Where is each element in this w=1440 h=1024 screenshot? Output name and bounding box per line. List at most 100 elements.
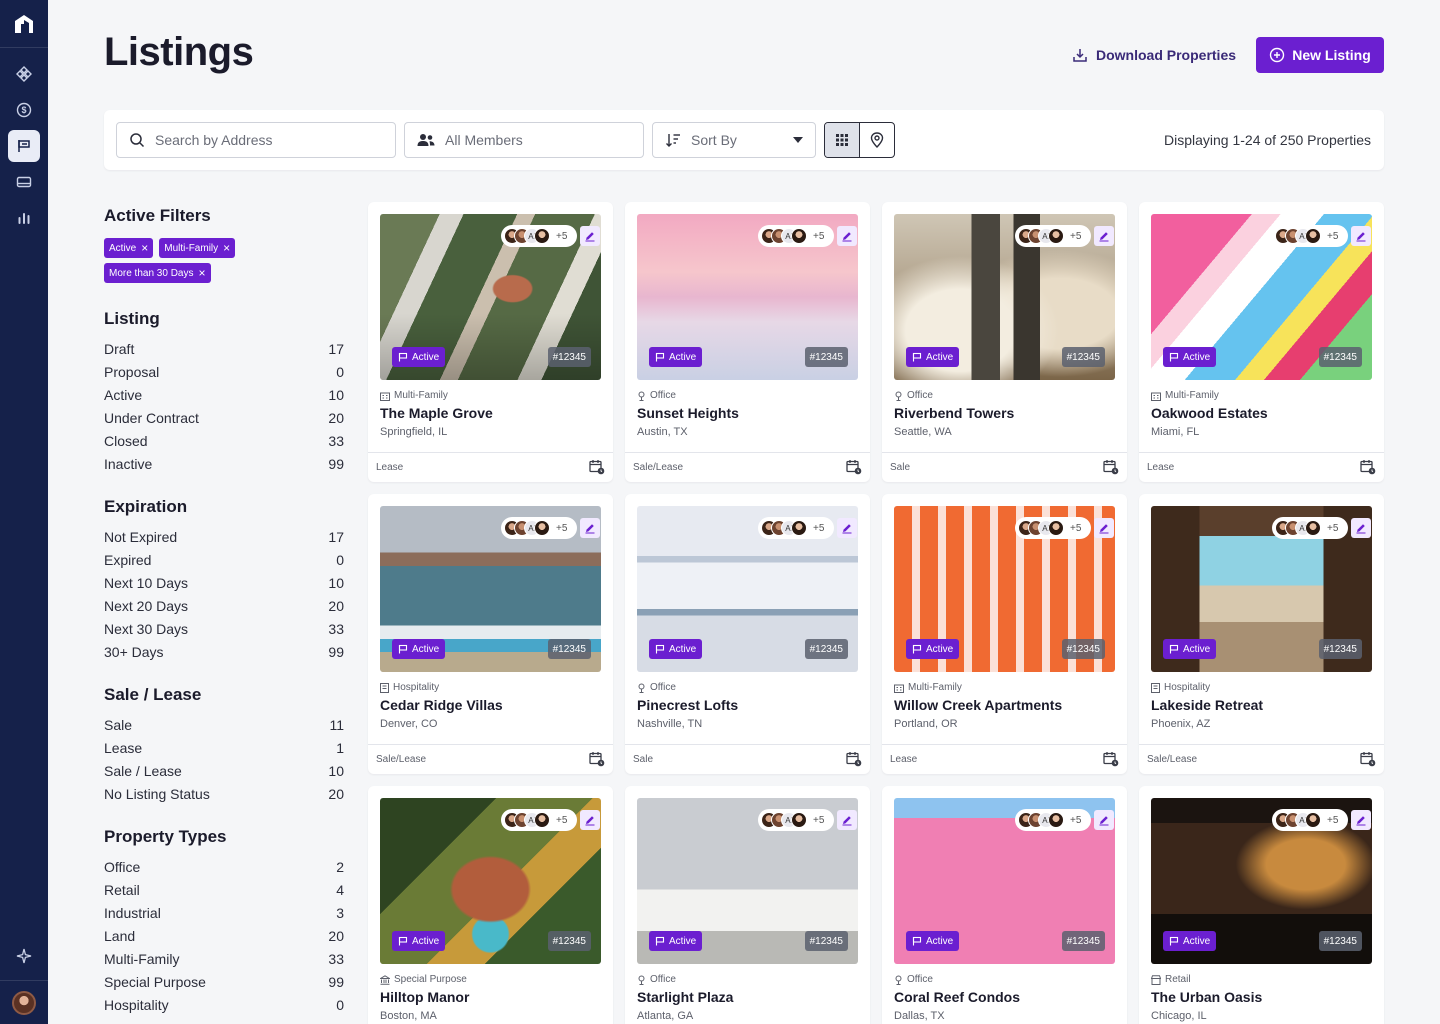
assigned-members[interactable]: AI +5 bbox=[758, 809, 834, 831]
listing-card[interactable]: AI +5 Active #12345 Special Purpose Hill… bbox=[368, 786, 613, 1024]
assigned-members[interactable]: AI +5 bbox=[1272, 809, 1348, 831]
calendar-icon[interactable] bbox=[589, 459, 605, 480]
listing-card[interactable]: AI +5 Active #12345 Hospitality Lakeside… bbox=[1139, 494, 1384, 774]
nav-tickets[interactable] bbox=[8, 166, 40, 198]
assigned-members[interactable]: AI +5 bbox=[501, 809, 577, 831]
listing-card[interactable]: AI +5 Active #12345 Office Sunset Height… bbox=[625, 202, 870, 482]
nav-listings[interactable] bbox=[8, 130, 40, 162]
edit-button[interactable] bbox=[1094, 518, 1114, 538]
filter-option[interactable]: Next 20 Days 20 bbox=[104, 598, 344, 621]
filter-option[interactable]: Expired 0 bbox=[104, 552, 344, 575]
edit-button[interactable] bbox=[1351, 518, 1371, 538]
property-name[interactable]: Cedar Ridge Villas bbox=[380, 697, 503, 713]
sort-select[interactable]: Sort By bbox=[652, 122, 816, 158]
download-properties-button[interactable]: Download Properties bbox=[1072, 44, 1236, 66]
filter-option[interactable]: No Listing Status 20 bbox=[104, 786, 344, 809]
listing-card[interactable]: AI +5 Active #12345 Multi-Family Willow … bbox=[882, 494, 1127, 774]
filter-option[interactable]: Closed 33 bbox=[104, 433, 344, 456]
edit-button[interactable] bbox=[837, 226, 857, 246]
edit-button[interactable] bbox=[837, 518, 857, 538]
listing-card[interactable]: AI +5 Active #12345 Office Starlight Pla… bbox=[625, 786, 870, 1024]
filter-option[interactable]: Draft 17 bbox=[104, 341, 344, 364]
filter-option[interactable]: Next 30 Days 33 bbox=[104, 621, 344, 644]
assistant-button[interactable] bbox=[8, 940, 40, 972]
edit-button[interactable] bbox=[1351, 810, 1371, 830]
assigned-members[interactable]: AI +5 bbox=[501, 225, 577, 247]
filter-option[interactable]: 30+ Days 99 bbox=[104, 644, 344, 667]
assigned-members[interactable]: AI +5 bbox=[758, 225, 834, 247]
filter-chip[interactable]: Active × bbox=[104, 238, 154, 258]
filter-option[interactable]: Industrial 3 bbox=[104, 905, 344, 928]
edit-button[interactable] bbox=[580, 518, 600, 538]
members-select[interactable]: All Members bbox=[404, 122, 644, 158]
assigned-members[interactable]: AI +5 bbox=[1272, 517, 1348, 539]
app-logo[interactable] bbox=[0, 0, 48, 48]
calendar-icon[interactable] bbox=[846, 751, 862, 772]
calendar-icon[interactable] bbox=[1103, 459, 1119, 480]
filter-chip[interactable]: More than 30 Days × bbox=[104, 263, 211, 283]
filter-option[interactable]: Hospitality 0 bbox=[104, 997, 344, 1020]
listing-card[interactable]: AI +5 Active #12345 Hospitality Cedar Ri… bbox=[368, 494, 613, 774]
calendar-icon[interactable] bbox=[1360, 751, 1376, 772]
filter-option[interactable]: Active 10 bbox=[104, 387, 344, 410]
filter-option[interactable]: Not Expired 17 bbox=[104, 529, 344, 552]
listing-card[interactable]: AI +5 Active #12345 Office Riverbend Tow… bbox=[882, 202, 1127, 482]
property-name[interactable]: Sunset Heights bbox=[637, 405, 739, 421]
property-name[interactable]: Starlight Plaza bbox=[637, 989, 733, 1005]
listing-card[interactable]: AI +5 Active #12345 Office Coral Reef Co… bbox=[882, 786, 1127, 1024]
calendar-icon[interactable] bbox=[846, 459, 862, 480]
filter-option[interactable]: Special Purpose 99 bbox=[104, 974, 344, 997]
assigned-members[interactable]: AI +5 bbox=[1272, 225, 1348, 247]
nav-finance[interactable]: $ bbox=[8, 94, 40, 126]
close-icon[interactable]: × bbox=[141, 242, 148, 254]
edit-button[interactable] bbox=[1094, 226, 1114, 246]
edit-button[interactable] bbox=[837, 810, 857, 830]
edit-button[interactable] bbox=[1351, 226, 1371, 246]
close-icon[interactable]: × bbox=[223, 242, 230, 254]
property-name[interactable]: Willow Creek Apartments bbox=[894, 697, 1062, 713]
listing-card[interactable]: AI +5 Active #12345 Retail The Urban Oas… bbox=[1139, 786, 1384, 1024]
property-name[interactable]: The Urban Oasis bbox=[1151, 989, 1262, 1005]
filter-option[interactable]: Proposal 0 bbox=[104, 364, 344, 387]
filter-option[interactable]: Multi-Family 33 bbox=[104, 951, 344, 974]
assigned-members[interactable]: AI +5 bbox=[501, 517, 577, 539]
assigned-members[interactable]: AI +5 bbox=[1015, 517, 1091, 539]
filter-option[interactable]: Land 20 bbox=[104, 928, 344, 951]
listing-card[interactable]: AI +5 Active #12345 Office Pinecrest Lof… bbox=[625, 494, 870, 774]
filter-option[interactable]: Office 2 bbox=[104, 859, 344, 882]
property-name[interactable]: Oakwood Estates bbox=[1151, 405, 1268, 421]
assigned-members[interactable]: AI +5 bbox=[1015, 809, 1091, 831]
property-name[interactable]: The Maple Grove bbox=[380, 405, 493, 421]
filter-chip[interactable]: Multi-Family × bbox=[159, 238, 236, 258]
nav-dashboard[interactable] bbox=[8, 58, 40, 90]
edit-button[interactable] bbox=[1094, 810, 1114, 830]
search-input[interactable]: Search by Address bbox=[116, 122, 396, 158]
property-name[interactable]: Pinecrest Lofts bbox=[637, 697, 738, 713]
map-view-button[interactable] bbox=[860, 123, 895, 157]
calendar-icon[interactable] bbox=[1360, 459, 1376, 480]
filter-option[interactable]: Under Contract 20 bbox=[104, 410, 344, 433]
filter-option[interactable]: Next 10 Days 10 bbox=[104, 575, 344, 598]
property-name[interactable]: Coral Reef Condos bbox=[894, 989, 1020, 1005]
close-icon[interactable]: × bbox=[199, 267, 206, 279]
filter-option[interactable]: Sale / Lease 10 bbox=[104, 763, 344, 786]
listing-card[interactable]: AI +5 Active #12345 Multi-Family Oakwood… bbox=[1139, 202, 1384, 482]
filter-option[interactable]: Sale 11 bbox=[104, 717, 344, 740]
property-name[interactable]: Riverbend Towers bbox=[894, 405, 1014, 421]
assigned-members[interactable]: AI +5 bbox=[758, 517, 834, 539]
edit-button[interactable] bbox=[580, 226, 600, 246]
edit-button[interactable] bbox=[580, 810, 600, 830]
filter-option[interactable]: Inactive 99 bbox=[104, 456, 344, 479]
grid-view-button[interactable] bbox=[825, 123, 860, 157]
listing-card[interactable]: AI +5 Active #12345 Multi-Family The Map… bbox=[368, 202, 613, 482]
property-name[interactable]: Hilltop Manor bbox=[380, 989, 469, 1005]
assigned-members[interactable]: AI +5 bbox=[1015, 225, 1091, 247]
nav-reports[interactable] bbox=[8, 202, 40, 234]
filter-option[interactable]: Lease 1 bbox=[104, 740, 344, 763]
property-name[interactable]: Lakeside Retreat bbox=[1151, 697, 1263, 713]
filter-option[interactable]: Retail 4 bbox=[104, 882, 344, 905]
calendar-icon[interactable] bbox=[589, 751, 605, 772]
user-avatar[interactable] bbox=[12, 990, 36, 1015]
calendar-icon[interactable] bbox=[1103, 751, 1119, 772]
new-listing-button[interactable]: New Listing bbox=[1256, 37, 1384, 73]
